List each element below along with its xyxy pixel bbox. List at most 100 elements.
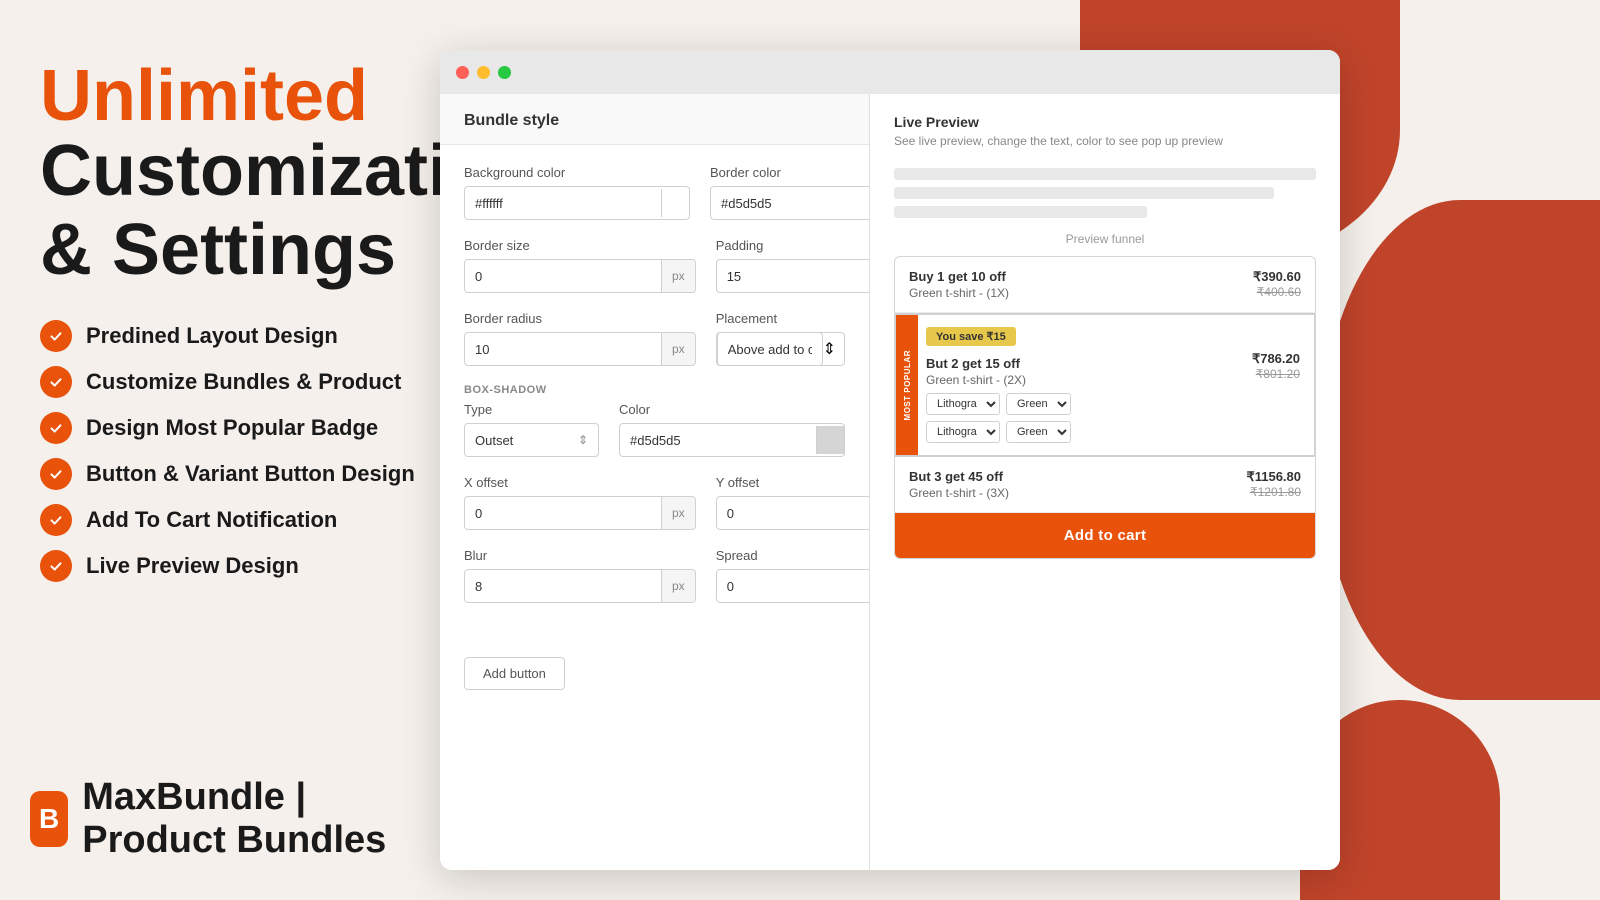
- feature-label-predefined: Predined Layout Design: [86, 323, 338, 349]
- add-to-cart-button[interactable]: Add to cart: [895, 513, 1315, 558]
- variant-select-green-1[interactable]: Green: [1006, 393, 1071, 415]
- main-window: Bundle style Background color Border col…: [440, 50, 1340, 870]
- feature-label-button: Button & Variant Button Design: [86, 461, 415, 487]
- bottom-brand: B MaxBundle | Product Bundles: [0, 758, 480, 880]
- bg-color-swatch[interactable]: [661, 189, 689, 217]
- preview-subtitle: See live preview, change the text, color…: [894, 134, 1316, 148]
- check-icon-bundles: [40, 366, 72, 398]
- spread-field: Spread px: [716, 548, 870, 603]
- funnel-row-1: Buy 1 get 10 off Green t-shirt - (1X) ₹3…: [895, 257, 1315, 313]
- preview-funnel-label: Preview funnel: [894, 232, 1316, 246]
- padding-input[interactable]: [717, 260, 870, 292]
- radius-placement-row: Border radius px Placement Above add to …: [464, 311, 845, 366]
- border-size-input[interactable]: [465, 260, 661, 292]
- funnel-widget: Buy 1 get 10 off Green t-shirt - (1X) ₹3…: [894, 256, 1316, 559]
- x-offset-input-wrap[interactable]: px: [464, 496, 696, 530]
- x-offset-field: X offset px: [464, 475, 696, 530]
- skeleton-bar-1: [894, 168, 1316, 180]
- box-shadow-label: BOX-SHADOW: [464, 384, 845, 396]
- border-radius-suffix: px: [661, 333, 695, 365]
- shadow-type-select-wrap[interactable]: Outset ⇕: [464, 423, 599, 457]
- border-color-label: Border color: [710, 165, 870, 180]
- skeleton-bar-3: [894, 206, 1147, 218]
- feature-label-notification: Add To Cart Notification: [86, 507, 337, 533]
- y-offset-input[interactable]: [717, 497, 870, 529]
- shadow-type-label: Type: [464, 402, 599, 417]
- padding-input-wrap[interactable]: px: [716, 259, 870, 293]
- form-body: Background color Border color: [440, 145, 869, 641]
- feature-notification: Add To Cart Notification: [40, 504, 420, 536]
- blur-input[interactable]: [465, 570, 661, 602]
- y-offset-field: Y offset px: [716, 475, 870, 530]
- funnel-row-3-text: But 3 get 45 off Green t-shirt - (3X): [909, 469, 1009, 500]
- check-icon-predefined: [40, 320, 72, 352]
- border-radius-input-wrap[interactable]: px: [464, 332, 696, 366]
- feature-label-live-preview: Live Preview Design: [86, 553, 299, 579]
- heading-customization: Customization: [40, 132, 420, 211]
- skeleton-bar-2: [894, 187, 1274, 199]
- dot-green[interactable]: [498, 66, 511, 79]
- add-button[interactable]: Add button: [464, 657, 565, 690]
- check-icon-button: [40, 458, 72, 490]
- dot-red[interactable]: [456, 66, 469, 79]
- shadow-color-swatch[interactable]: [816, 426, 844, 454]
- most-popular-text: MOST POPULAR: [903, 350, 912, 420]
- funnel-row-3-price: ₹1156.80 ₹1201.80: [1246, 469, 1301, 499]
- form-panel: Bundle style Background color Border col…: [440, 94, 870, 870]
- funnel-row-2-price: ₹786.20 ₹801.20: [1252, 351, 1300, 381]
- x-offset-input[interactable]: [465, 497, 661, 529]
- spread-input-wrap[interactable]: px: [716, 569, 870, 603]
- shadow-type-select[interactable]: Outset: [475, 433, 578, 448]
- dot-yellow[interactable]: [477, 66, 490, 79]
- brand-icon: B: [30, 791, 68, 847]
- border-size-field: Border size px: [464, 238, 696, 293]
- border-radius-input[interactable]: [465, 333, 661, 365]
- blur-input-wrap[interactable]: px: [464, 569, 696, 603]
- check-icon-live-preview: [40, 550, 72, 582]
- check-icon-notification: [40, 504, 72, 536]
- spread-input[interactable]: [717, 570, 870, 602]
- funnel-row-2: MOST POPULAR You save ₹15 But 2 get 15 o…: [894, 313, 1316, 457]
- funnel-row-2-title: But 2 get 15 off: [926, 356, 1252, 371]
- funnel-row-3: But 3 get 45 off Green t-shirt - (3X) ₹1…: [895, 457, 1315, 513]
- shadow-color-input[interactable]: [620, 424, 816, 456]
- bg-color-label: Background color: [464, 165, 690, 180]
- border-size-suffix: px: [661, 260, 695, 292]
- variant-select-green-2[interactable]: Green: [1006, 421, 1071, 443]
- border-color-input[interactable]: [711, 187, 870, 219]
- funnel-row-3-title: But 3 get 45 off: [909, 469, 1009, 484]
- background-color-field: Background color: [464, 165, 690, 220]
- placement-label: Placement: [716, 311, 845, 326]
- shadow-color-input-wrap[interactable]: [619, 423, 845, 457]
- placement-select[interactable]: Above add to cart button: [717, 332, 823, 366]
- variant-select-lithogra-2[interactable]: Lithogra: [926, 421, 1000, 443]
- y-offset-input-wrap[interactable]: px: [716, 496, 870, 530]
- shadow-type-arrow-icon: ⇕: [578, 433, 588, 447]
- blur-spread-row: Blur px Spread px: [464, 548, 845, 603]
- feature-label-badge: Design Most Popular Badge: [86, 415, 378, 441]
- xy-offset-row: X offset px Y offset px: [464, 475, 845, 530]
- feature-bundles: Customize Bundles & Product: [40, 366, 420, 398]
- you-save-badge: You save ₹15: [926, 327, 1016, 346]
- funnel-row-2-text: But 2 get 15 off Green t-shirt - (2X): [926, 356, 1252, 387]
- type-color-row: Type Outset ⇕ Color: [464, 402, 845, 457]
- border-radius-label: Border radius: [464, 311, 696, 326]
- bg-color-input-wrap[interactable]: [464, 186, 690, 220]
- placement-input-wrap[interactable]: Above add to cart button ⇕: [716, 332, 845, 366]
- x-offset-label: X offset: [464, 475, 696, 490]
- border-color-input-wrap[interactable]: [710, 186, 870, 220]
- feature-live-preview: Live Preview Design: [40, 550, 420, 582]
- bg-color-input[interactable]: [465, 187, 661, 219]
- heading-settings: & Settings: [40, 211, 420, 290]
- funnel-row-1-price-current: ₹390.60: [1253, 269, 1301, 285]
- funnel-row-1-title: Buy 1 get 10 off: [909, 269, 1009, 284]
- bg-border-row: Background color Border color: [464, 165, 845, 220]
- variant-select-lithogra-1[interactable]: Lithogra: [926, 393, 1000, 415]
- placement-field: Placement Above add to cart button ⇕: [716, 311, 845, 366]
- border-size-input-wrap[interactable]: px: [464, 259, 696, 293]
- form-section-title: Bundle style: [464, 112, 559, 129]
- shadow-color-label: Color: [619, 402, 845, 417]
- funnel-row-1-price: ₹390.60 ₹400.60: [1253, 269, 1301, 299]
- title-bar: [440, 50, 1340, 94]
- border-size-label: Border size: [464, 238, 696, 253]
